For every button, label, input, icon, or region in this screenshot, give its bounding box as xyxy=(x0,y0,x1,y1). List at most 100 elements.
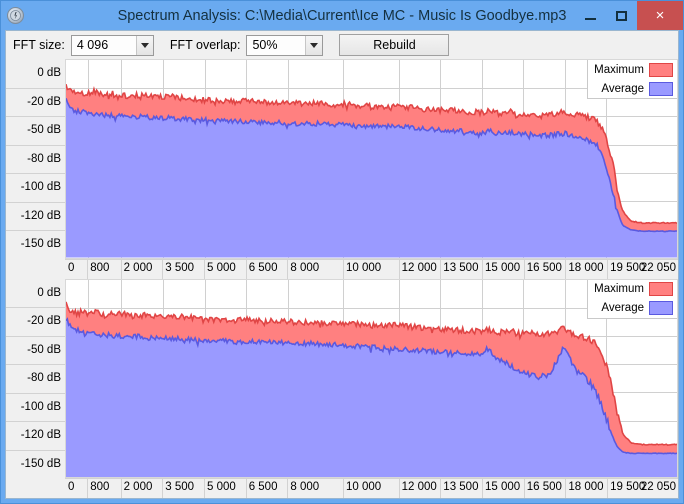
x-axis-tick-label: 15 000 xyxy=(485,481,521,493)
x-axis-separator xyxy=(398,258,400,279)
caption-buttons: × xyxy=(575,1,683,30)
spectrum-analysis-window: Spectrum Analysis: C:\Media\Current\Ice … xyxy=(0,0,684,504)
x-axis-tick-label: 10 000 xyxy=(346,481,382,493)
x-axis-tick-label: 18 000 xyxy=(568,261,604,274)
chart-legend: Maximum Average xyxy=(587,279,677,319)
y-axis-tick-label: -50 dB xyxy=(27,343,61,356)
x-axis-tick-label: 0 xyxy=(68,481,75,493)
rebuild-button[interactable]: Rebuild xyxy=(339,34,450,56)
x-axis-track: 0 800 2 000 3 500 5 000 6 500 8 000 10 000 12 00… xyxy=(65,258,678,279)
legend-label-maximum: Maximum xyxy=(594,63,644,76)
spectrum-chart-channel-1: 0 dB -20 dB -50 dB -80 dB -100 dB -120 dB -150… xyxy=(6,59,678,279)
x-axis-separator xyxy=(343,478,344,498)
x-axis-separator xyxy=(162,258,164,279)
x-axis-track: 0 800 2 000 3 500 5 000 6 500 8 000 10 000 12 00… xyxy=(65,478,678,498)
minimize-icon xyxy=(585,17,596,20)
y-axis-tick-label: -120 dB xyxy=(20,429,61,442)
spectrum-chart-channel-2: 0 dB -20 dB -50 dB -80 dB -100 dB -120 dB -150… xyxy=(6,278,678,498)
spectrum-plot xyxy=(66,280,677,477)
chart-body: 0 dB -20 dB -50 dB -80 dB -100 dB -120 dB -150… xyxy=(6,59,678,259)
x-axis-separator xyxy=(440,478,442,498)
x-axis-separator xyxy=(523,478,525,498)
x-axis-separator xyxy=(204,478,205,498)
x-axis-tick-label: 12 000 xyxy=(401,261,437,274)
app-icon xyxy=(7,7,24,24)
legend-item-average: Average xyxy=(588,79,677,98)
fft-size-select[interactable]: 4 096 xyxy=(70,34,154,56)
x-axis-separator xyxy=(287,258,289,279)
y-axis-tick-label: 0 dB xyxy=(37,67,61,80)
legend-swatch-maximum xyxy=(649,62,673,77)
x-axis-separator xyxy=(607,478,609,498)
x-axis-tick-label: 6 500 xyxy=(248,261,278,274)
y-axis-tick-label: -20 dB xyxy=(27,95,61,108)
chevron-down-icon xyxy=(305,35,323,55)
x-axis-tick-label: 2 000 xyxy=(123,261,153,274)
legend-item-average: Average xyxy=(588,299,677,318)
x-axis-tick-label: 19 500 xyxy=(610,481,646,493)
legend-label-average: Average xyxy=(601,82,644,95)
y-axis-separator xyxy=(6,421,65,422)
close-icon: × xyxy=(655,7,665,24)
charts-container: 0 dB -20 dB -50 dB -80 dB -100 dB -120 dB -150… xyxy=(6,59,678,498)
x-axis-tick-label: 0 xyxy=(68,261,75,274)
y-axis-separator xyxy=(6,116,65,117)
legend-swatch-average xyxy=(649,81,673,96)
y-axis-separator xyxy=(6,449,65,451)
x-axis-separator xyxy=(523,258,525,279)
chevron-down-icon xyxy=(135,35,153,55)
x-axis-separator xyxy=(204,258,205,279)
y-axis-tick-label: -120 dB xyxy=(20,209,61,222)
fft-size-value: 4 096 xyxy=(76,38,109,52)
fft-overlap-select[interactable]: 50% xyxy=(246,34,324,56)
y-axis-separator xyxy=(6,392,65,394)
legend-label-maximum: Maximum xyxy=(594,283,644,295)
x-axis-tick-label: 5 000 xyxy=(207,481,236,493)
x-axis-separator xyxy=(287,478,289,498)
y-axis-tick-label: -150 dB xyxy=(20,457,61,470)
plot-area[interactable]: Maximum Average xyxy=(65,278,678,478)
x-axis-separator xyxy=(565,478,567,498)
y-axis: 0 dB -20 dB -50 dB -80 dB -100 dB -120 dB -150… xyxy=(6,278,65,478)
toolbar: FFT size: 4 096 FFT overlap: 50% Rebuild xyxy=(6,31,678,59)
x-axis-separator xyxy=(87,258,89,279)
legend-item-maximum: Maximum xyxy=(588,280,677,299)
fft-overlap-value: 50% xyxy=(252,38,278,52)
x-axis-tick-label: 15 000 xyxy=(485,261,521,274)
legend-item-maximum: Maximum xyxy=(588,60,677,79)
x-axis-separator xyxy=(162,478,164,498)
legend-swatch-average xyxy=(649,301,673,315)
legend-swatch-maximum xyxy=(649,282,673,296)
x-axis-separator xyxy=(120,258,122,279)
y-axis-separator xyxy=(6,335,65,337)
fft-size-label: FFT size: xyxy=(13,38,65,52)
x-axis-tick-label: 12 000 xyxy=(401,481,437,493)
chart-legend: Maximum Average xyxy=(587,60,677,99)
x-axis-tick-label: 5 000 xyxy=(207,261,236,274)
y-axis-tick-label: 0 dB xyxy=(37,286,61,299)
y-axis-separator xyxy=(6,173,65,174)
minimize-button[interactable] xyxy=(575,1,606,30)
x-axis-separator xyxy=(245,258,247,279)
x-axis-separator xyxy=(482,478,483,498)
x-axis-tick-label: 8 000 xyxy=(290,261,320,274)
chart-body: 0 dB -20 dB -50 dB -80 dB -100 dB -120 dB -150… xyxy=(6,278,678,478)
y-axis-tick-label: -150 dB xyxy=(20,238,61,251)
x-axis-tick-label: 800 xyxy=(90,481,110,493)
x-axis-tick-label: 22 050 xyxy=(640,481,676,493)
title-bar[interactable]: Spectrum Analysis: C:\Media\Current\Ice … xyxy=(1,1,683,30)
close-button[interactable]: × xyxy=(637,1,683,30)
x-axis-tick-label: 16 500 xyxy=(526,261,562,274)
plot-area[interactable]: Maximum Average xyxy=(65,59,678,259)
x-axis-tick-label: 8 000 xyxy=(290,481,320,493)
x-axis-separator xyxy=(607,258,609,279)
maximize-button[interactable] xyxy=(606,1,637,30)
x-axis-separator xyxy=(565,258,567,279)
fft-overlap-label: FFT overlap: xyxy=(169,38,241,52)
y-axis-tick-label: -80 dB xyxy=(27,372,61,385)
y-axis-tick-label: -20 dB xyxy=(27,315,61,328)
y-axis-separator xyxy=(6,230,65,231)
x-axis-separator xyxy=(343,258,344,279)
y-axis-tick-label: -100 dB xyxy=(20,400,61,413)
x-axis-tick-label: 10 000 xyxy=(346,261,382,274)
